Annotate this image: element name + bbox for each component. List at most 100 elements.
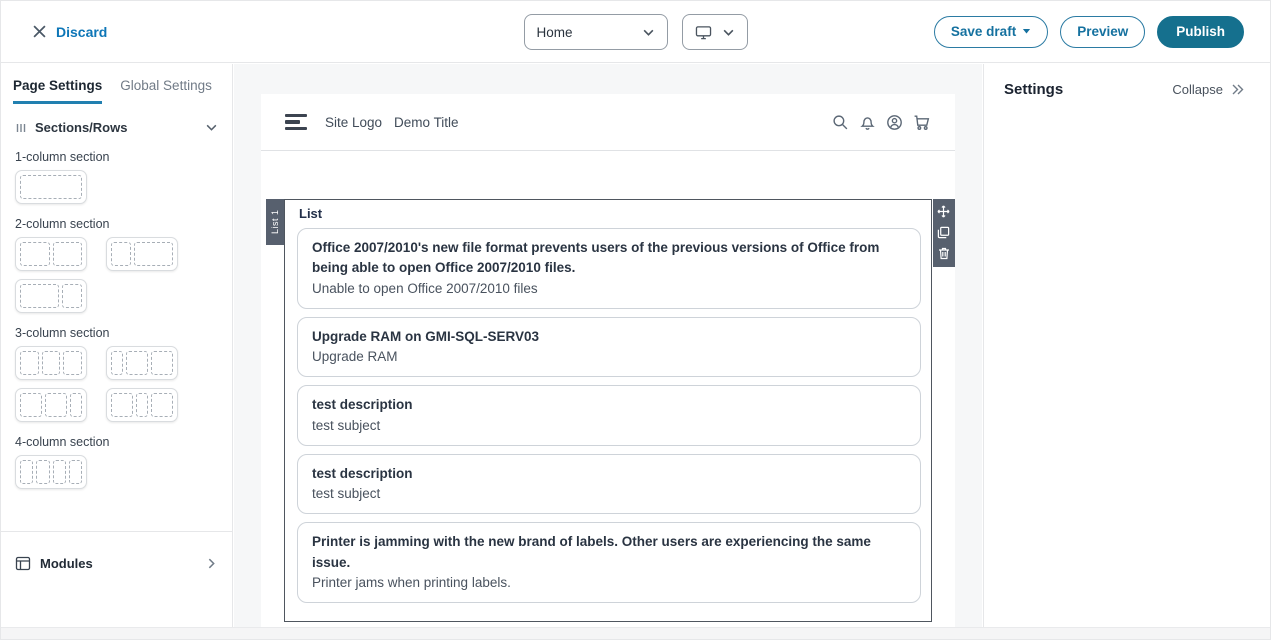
list-item-subtitle: test subject <box>312 484 906 504</box>
save-draft-button[interactable]: Save draft <box>934 16 1048 48</box>
layout-cell <box>36 460 49 484</box>
layout-cell <box>151 393 173 417</box>
site-logo-text: Site Logo <box>325 115 382 130</box>
page-selector-value: Home <box>537 25 573 40</box>
page-device-controls: Home <box>524 14 748 50</box>
sections-rows-label: Sections/Rows <box>35 120 127 135</box>
sections-rows-header[interactable]: Sections/Rows <box>1 104 232 137</box>
section-layout-options <box>1 346 211 422</box>
move-icon[interactable] <box>937 205 950 218</box>
layout-cell <box>20 175 82 199</box>
section-layout-1[interactable] <box>15 170 87 204</box>
cart-icon[interactable] <box>913 114 931 131</box>
layout-cell <box>70 393 82 417</box>
section-layout-1-1-1[interactable] <box>15 346 87 380</box>
bottom-strip <box>1 627 1270 639</box>
layout-cell <box>69 460 82 484</box>
list-item[interactable]: test descriptiontest subject <box>297 454 921 515</box>
list-item-subtitle: Unable to open Office 2007/2010 files <box>312 279 906 299</box>
layout-cell <box>136 393 148 417</box>
site-header-icons <box>832 114 931 131</box>
list-items: Office 2007/2010's new file format preve… <box>297 228 921 603</box>
list-item-subtitle: Printer jams when printing labels. <box>312 573 906 593</box>
duplicate-icon[interactable] <box>937 226 950 239</box>
device-selector-dropdown[interactable] <box>682 14 748 50</box>
tab-global-settings[interactable]: Global Settings <box>120 78 212 104</box>
layout-cell <box>42 351 61 375</box>
modules-label: Modules <box>40 556 93 571</box>
modules-section[interactable]: Modules <box>1 532 232 595</box>
list-widget-tab[interactable]: List 1 <box>266 199 284 245</box>
settings-tabs: Page Settings Global Settings <box>1 64 232 104</box>
account-icon[interactable] <box>886 114 903 131</box>
settings-panel-header: Settings Collapse <box>984 64 1270 115</box>
list-item[interactable]: Office 2007/2010's new file format preve… <box>297 228 921 309</box>
layout-cell <box>20 393 42 417</box>
section-layout-2-1-2[interactable] <box>106 388 178 422</box>
site-title-text: Demo Title <box>394 115 459 130</box>
double-chevron-right-icon <box>1230 83 1244 96</box>
settings-title: Settings <box>1004 81 1063 98</box>
section-layout-1-1-1-1[interactable] <box>15 455 87 489</box>
layout-cell <box>62 284 82 308</box>
list-item[interactable]: test descriptiontest subject <box>297 385 921 446</box>
site-preview-header: Site Logo Demo Title <box>261 94 955 151</box>
section-group-label: 1-column section <box>1 150 232 164</box>
hamburger-menu-icon[interactable] <box>285 114 307 131</box>
caret-down-icon <box>1022 28 1031 35</box>
list-widget-toolbar <box>933 199 955 267</box>
bell-icon[interactable] <box>859 114 876 131</box>
section-layout-1-2[interactable] <box>106 237 178 271</box>
preview-label: Preview <box>1077 24 1128 39</box>
section-group-label: 3-column section <box>1 326 232 340</box>
list-widget-title: List <box>299 206 921 221</box>
save-draft-label: Save draft <box>951 24 1016 39</box>
list-item-title: test description <box>312 395 906 415</box>
preview-button[interactable]: Preview <box>1060 16 1145 48</box>
layout-cell <box>111 242 131 266</box>
section-layout-options <box>1 237 211 313</box>
list-item[interactable]: Printer is jamming with the new brand of… <box>297 522 921 603</box>
section-layout-1-1[interactable] <box>15 237 87 271</box>
section-layout-options <box>1 455 211 489</box>
layout-cell <box>53 460 66 484</box>
theme-builder-window: Discard Home Save draft <box>0 0 1271 640</box>
collapse-panel-button[interactable]: Collapse <box>1166 81 1250 98</box>
close-icon <box>33 25 46 38</box>
chevron-down-icon <box>205 121 218 134</box>
section-layout-2-1[interactable] <box>15 279 87 313</box>
discard-button[interactable]: Discard <box>27 23 113 41</box>
list-widget[interactable]: List 1 List Office 2007/2010's new file … <box>284 199 932 622</box>
layout-cell <box>111 393 133 417</box>
layout-cell <box>151 351 173 375</box>
list-item-subtitle: Upgrade RAM <box>312 347 906 367</box>
page-selector-dropdown[interactable]: Home <box>524 14 668 50</box>
publish-label: Publish <box>1176 24 1225 39</box>
list-item[interactable]: Upgrade RAM on GMI-SQL-SERV03Upgrade RAM <box>297 317 921 378</box>
top-toolbar: Discard Home Save draft <box>1 1 1270 63</box>
modules-icon <box>15 556 31 571</box>
layout-cell <box>20 351 39 375</box>
section-groups: 1-column section 2-column section 3-column… <box>1 150 232 489</box>
section-group-label: 2-column section <box>1 217 232 231</box>
monitor-icon <box>695 25 712 40</box>
drag-handle-icon <box>15 122 27 134</box>
tab-page-settings[interactable]: Page Settings <box>13 78 102 104</box>
publish-button[interactable]: Publish <box>1157 16 1244 48</box>
collapse-label: Collapse <box>1172 82 1223 97</box>
layout-cell <box>134 242 173 266</box>
section-layout-2-2-1[interactable] <box>15 388 87 422</box>
search-icon[interactable] <box>832 114 849 131</box>
list-item-title: Upgrade RAM on GMI-SQL-SERV03 <box>312 327 906 347</box>
trash-icon[interactable] <box>938 247 950 260</box>
publish-controls: Save draft Preview Publish <box>934 16 1244 48</box>
layout-cell <box>63 351 82 375</box>
list-item-title: Printer is jamming with the new brand of… <box>312 532 906 573</box>
layout-cell <box>20 460 33 484</box>
section-layout-1-2-2[interactable] <box>106 346 178 380</box>
layout-cell <box>111 351 123 375</box>
layout-cell <box>45 393 67 417</box>
layout-cell <box>20 284 59 308</box>
page-settings-panel: Page Settings Global Settings Sections/R… <box>1 64 233 627</box>
site-preview: Site Logo Demo Title List 1 List Office <box>261 94 955 627</box>
